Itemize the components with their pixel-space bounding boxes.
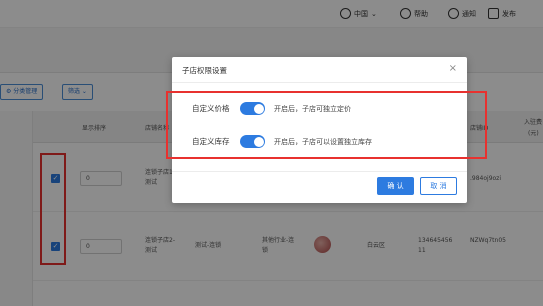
cancel-button[interactable]: 取 消: [420, 177, 457, 195]
options-highlight: [166, 91, 487, 159]
confirm-button[interactable]: 确 认: [377, 177, 414, 195]
dialog-title: 子店权限设置: [182, 66, 227, 75]
dialog-header: 子店权限设置 ×: [172, 57, 467, 83]
close-icon[interactable]: ×: [449, 63, 457, 74]
